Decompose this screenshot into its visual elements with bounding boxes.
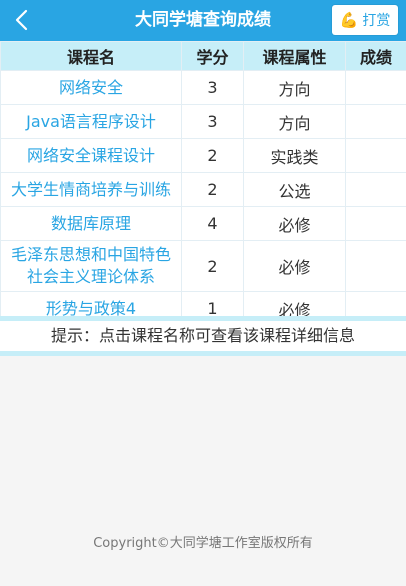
grade-cell	[345, 240, 406, 292]
column-header-course: 课程名	[0, 41, 182, 71]
credit-cell: 2	[181, 240, 244, 292]
column-header-credit: 学分	[181, 41, 244, 71]
table-row: 大学生情商培养与训练 2 公选	[0, 172, 406, 207]
grade-cell	[345, 70, 406, 105]
attribute-cell: 方向	[243, 70, 346, 105]
course-name-link[interactable]: 数据库原理	[0, 206, 182, 241]
course-name-link[interactable]: 网络安全	[0, 70, 182, 105]
attribute-cell: 必修	[243, 206, 346, 241]
credit-cell: 2	[181, 138, 244, 173]
course-name-link[interactable]: Java语言程序设计	[0, 104, 182, 139]
grade-cell	[345, 104, 406, 139]
credit-cell: 3	[181, 104, 244, 139]
table-row: 网络安全 3 方向	[0, 70, 406, 105]
reward-label: 打赏	[362, 13, 391, 29]
credit-cell: 4	[181, 206, 244, 241]
course-name-link[interactable]: 毛泽东思想和中国特色社会主义理论体系	[0, 240, 182, 292]
credit-cell: 2	[181, 172, 244, 207]
credit-cell: 3	[181, 70, 244, 105]
table-row: 毛泽东思想和中国特色社会主义理论体系 2 必修	[0, 240, 406, 292]
table-header-row: 课程名 学分 课程属性 成绩	[0, 41, 406, 71]
top-bar: 大同学塘查询成绩 💪 打赏	[0, 0, 406, 41]
grade-cell	[345, 206, 406, 241]
grade-cell	[345, 138, 406, 173]
column-header-attribute: 课程属性	[243, 41, 346, 71]
strong-arm-icon: 💪	[339, 10, 359, 29]
copyright-footer: Copyright©大同学塘工作室版权所有	[93, 536, 313, 551]
column-header-grade: 成绩	[345, 41, 406, 71]
grades-table: 课程名 学分 课程属性 成绩 网络安全 3 方向 Java语言程序设计 3 方向…	[0, 41, 406, 326]
table-row: 网络安全课程设计 2 实践类	[0, 138, 406, 173]
attribute-cell: 实践类	[243, 138, 346, 173]
attribute-cell: 方向	[243, 104, 346, 139]
course-name-link[interactable]: 网络安全课程设计	[0, 138, 182, 173]
hint-text: 提示：点击课程名称可查看该课程详细信息	[0, 316, 406, 356]
table-row: Java语言程序设计 3 方向	[0, 104, 406, 139]
grade-cell	[345, 172, 406, 207]
reward-button[interactable]: 💪 打赏	[332, 5, 398, 35]
attribute-cell: 公选	[243, 172, 346, 207]
attribute-cell: 必修	[243, 240, 346, 292]
table-row: 数据库原理 4 必修	[0, 206, 406, 241]
course-name-link[interactable]: 大学生情商培养与训练	[0, 172, 182, 207]
